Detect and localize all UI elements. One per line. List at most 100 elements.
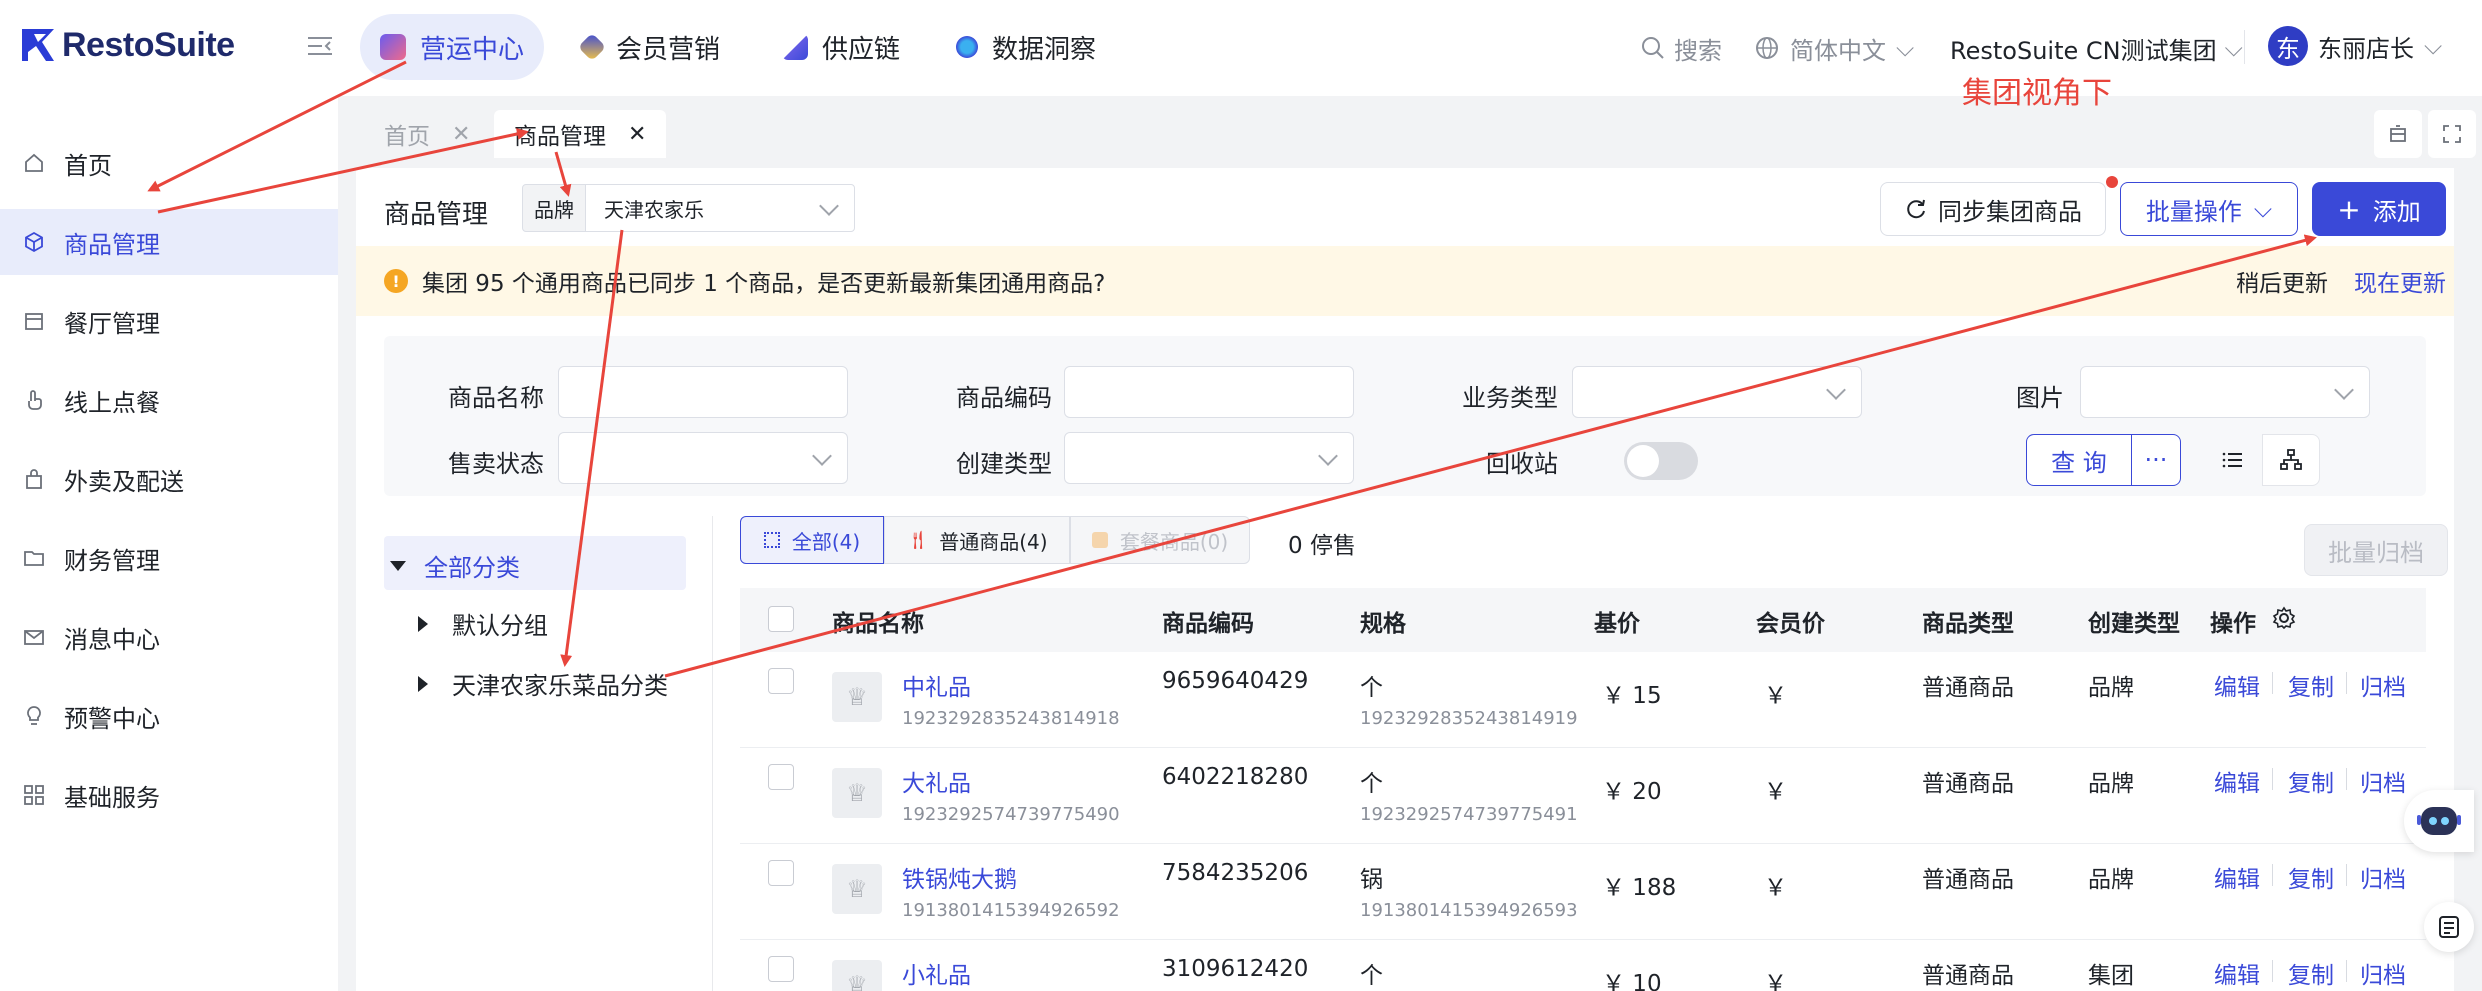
divider: [2346, 960, 2347, 982]
table-row[interactable]: ♕ 小礼品 3109612420 个 ￥ 10 ￥ 普通商品 集团 编辑 复制 …: [740, 940, 2426, 991]
image-select[interactable]: [2080, 366, 2370, 418]
divider: [712, 516, 713, 991]
segment-label: 全部(4): [791, 529, 861, 554]
col-header-name: 商品名称: [832, 611, 924, 637]
base-price: ￥ 188: [1602, 875, 1677, 901]
update-later-link[interactable]: 稍后更新: [2236, 264, 2328, 298]
row-checkbox[interactable]: [768, 764, 794, 790]
page-tab-label: 首页: [384, 124, 430, 150]
add-button-label: 添加: [2372, 197, 2421, 226]
segment-all[interactable]: 全部(4): [740, 516, 884, 564]
topnav-tab-member-marketing[interactable]: 会员营销: [562, 14, 740, 80]
topnav-tab-ops-center[interactable]: 营运中心: [360, 14, 545, 80]
update-now-link[interactable]: 现在更新: [2354, 264, 2446, 298]
sale-status-select[interactable]: [558, 432, 848, 484]
collapse-menu-icon[interactable]: [304, 30, 336, 62]
archive-link[interactable]: 归档: [2360, 860, 2406, 894]
row-checkbox[interactable]: [768, 668, 794, 694]
sidebar-item-label: 财务管理: [64, 546, 160, 575]
copy-link[interactable]: 复制: [2288, 956, 2334, 990]
sidebar-item-restaurants[interactable]: 餐厅管理: [0, 288, 338, 354]
divider: [2272, 864, 2273, 886]
brand-select[interactable]: 天津农家乐: [585, 184, 855, 232]
fullscreen-button[interactable]: [2428, 110, 2476, 158]
product-name-link[interactable]: 中礼品: [902, 668, 971, 702]
base-price: ￥ 20: [1602, 779, 1662, 805]
product-name-link[interactable]: 铁锅炖大鹅: [902, 860, 1017, 894]
lock-tab-button[interactable]: [2374, 110, 2422, 158]
edit-link[interactable]: 编辑: [2214, 956, 2260, 990]
divider: [2272, 768, 2273, 790]
sidebar-item-delivery[interactable]: 外卖及配送: [0, 446, 338, 512]
edit-link[interactable]: 编辑: [2214, 668, 2260, 702]
recycle-bin-toggle[interactable]: [1624, 442, 1698, 480]
assistant-bot-button[interactable]: [2404, 790, 2474, 852]
tree-view-button[interactable]: [2262, 434, 2320, 486]
edit-link[interactable]: 编辑: [2214, 860, 2260, 894]
segment-normal-products[interactable]: 🍴︎ 普通商品(4): [884, 516, 1070, 564]
sync-group-products-button[interactable]: 同步集团商品: [1880, 182, 2106, 236]
archive-link[interactable]: 归档: [2360, 956, 2406, 990]
sidebar-item-messages[interactable]: 消息中心: [0, 604, 338, 670]
copy-link[interactable]: 复制: [2288, 668, 2334, 702]
restosuite-logo[interactable]: RestoSuite: [20, 20, 235, 70]
product-id: 1913801415394926592: [902, 900, 1120, 921]
bulb-icon: [22, 704, 46, 728]
list-view-button[interactable]: [2204, 434, 2262, 486]
feedback-button[interactable]: [2424, 902, 2474, 952]
gear-icon[interactable]: [2272, 606, 2296, 630]
archive-link[interactable]: 归档: [2360, 764, 2406, 798]
copy-link[interactable]: 复制: [2288, 860, 2334, 894]
tree-item-all[interactable]: 全部分类: [390, 548, 520, 583]
archive-link[interactable]: 归档: [2360, 668, 2406, 702]
segment-combo-products[interactable]: 套餐商品(0): [1070, 516, 1250, 564]
combo-icon: [1091, 532, 1108, 548]
product-code-input[interactable]: [1064, 366, 1354, 418]
group-select[interactable]: RestoSuite CN测试集团 ⌵: [1950, 28, 2243, 68]
user-menu[interactable]: 东 东丽店长 ⌵: [2268, 26, 2442, 66]
tree-item-tianjin-category[interactable]: 天津农家乐菜品分类: [418, 666, 668, 701]
create-type-select[interactable]: [1064, 432, 1354, 484]
spec-id: 1923292574739775491: [1360, 804, 1578, 825]
batch-operation-button[interactable]: 批量操作 ⌵: [2120, 182, 2298, 236]
topnav-tab-supply-chain[interactable]: 供应链: [762, 14, 920, 80]
close-icon[interactable]: ✕: [452, 122, 470, 147]
sidebar-item-online-order[interactable]: 线上点餐: [0, 367, 338, 433]
sidebar-item-alerts[interactable]: 预警中心: [0, 683, 338, 749]
page-tab-products[interactable]: 商品管理 ✕: [494, 110, 667, 158]
page-tab-home[interactable]: 首页 ✕: [364, 110, 490, 158]
select-all-checkbox[interactable]: [768, 606, 794, 632]
sidebar-item-home[interactable]: 首页: [0, 130, 338, 196]
create-type-label: 创建类型: [956, 450, 1052, 478]
add-button[interactable]: + 添加: [2312, 182, 2446, 236]
batch-archive-button[interactable]: 批量归档: [2304, 524, 2448, 576]
chevron-down-icon: [1826, 380, 1846, 400]
topnav-tab-data-insight[interactable]: 数据洞察: [936, 14, 1116, 80]
table-row[interactable]: ♕ 铁锅炖大鹅 1913801415394926592 7584235206 锅…: [740, 844, 2426, 940]
product-name-input[interactable]: [558, 366, 848, 418]
search-button[interactable]: 搜索: [1640, 28, 1722, 68]
row-checkbox[interactable]: [768, 860, 794, 886]
close-icon[interactable]: ✕: [628, 122, 646, 147]
product-type: 普通商品: [1922, 867, 2014, 893]
product-name-link[interactable]: 小礼品: [902, 956, 971, 990]
query-button[interactable]: 查 询: [2026, 434, 2132, 486]
table-row[interactable]: ♕ 大礼品 1923292574739775490 6402218280 个 1…: [740, 748, 2426, 844]
language-select[interactable]: 简体中文 ⌵: [1754, 28, 1914, 68]
col-header-spec: 规格: [1360, 611, 1406, 637]
product-name-link[interactable]: 大礼品: [902, 764, 971, 798]
topnav-tab-label: 会员营销: [616, 34, 721, 65]
tree-item-default-group[interactable]: 默认分组: [418, 606, 548, 641]
globe-icon: [1756, 37, 1778, 59]
row-checkbox[interactable]: [768, 956, 794, 982]
sidebar-item-base-services[interactable]: 基础服务: [0, 762, 338, 828]
table-row[interactable]: ♕ 中礼品 1923292835243814918 9659640429 个 1…: [740, 652, 2426, 748]
image-label: 图片: [2016, 384, 2064, 412]
copy-link[interactable]: 复制: [2288, 764, 2334, 798]
business-type-select[interactable]: [1572, 366, 1862, 418]
stop-sale-count[interactable]: 0 停售: [1288, 526, 1356, 560]
edit-link[interactable]: 编辑: [2214, 764, 2260, 798]
sidebar-item-finance[interactable]: 财务管理: [0, 525, 338, 591]
more-filters-button[interactable]: ···: [2131, 434, 2181, 486]
sidebar-item-products[interactable]: 商品管理: [0, 209, 338, 275]
